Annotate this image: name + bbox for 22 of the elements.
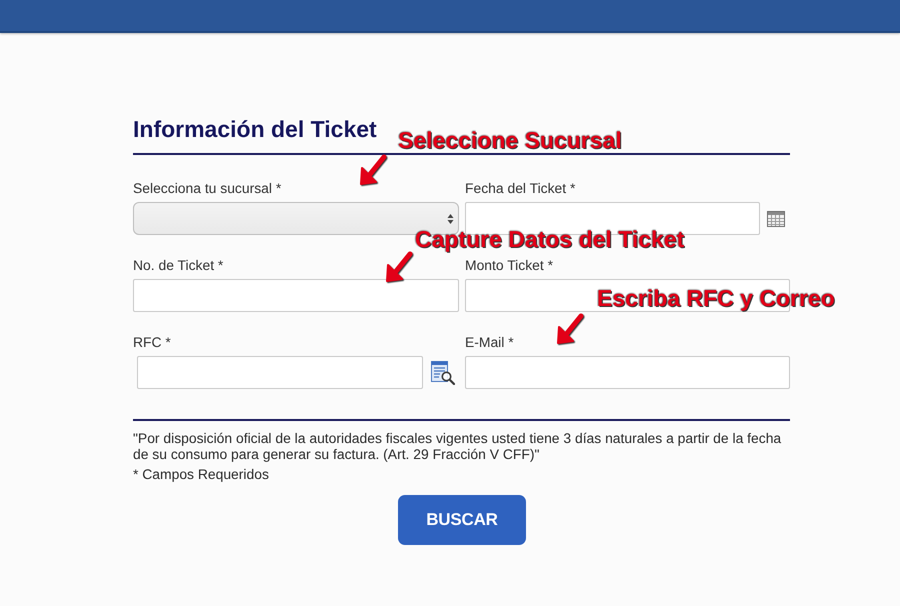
- search-button[interactable]: BUSCAR: [398, 495, 526, 545]
- document-search-icon[interactable]: [430, 360, 455, 385]
- calendar-icon[interactable]: [767, 210, 785, 226]
- arrow-icon: [383, 250, 415, 284]
- notice-text: "Por disposición oficial de la autoridades fiscales vigentes usted tiene 3 días naturales a partir de la fecha de su consumo para generar su factura. (Art. 29 Fracción V CFF)": [133, 430, 782, 462]
- input-field[interactable]: [465, 356, 790, 389]
- input-field[interactable]: [133, 279, 459, 312]
- select-arrows-icon: [447, 212, 454, 224]
- field-label: RFC *: [133, 335, 172, 350]
- arrow-icon: [357, 153, 389, 187]
- field-label: E-Mail *: [465, 335, 515, 350]
- annotation-label: Capture Datos del Ticket: [415, 227, 684, 251]
- field-label: Selecciona tu sucursal *: [133, 181, 282, 196]
- field-label: No. de Ticket *: [133, 258, 224, 273]
- input-field[interactable]: [137, 356, 423, 389]
- annotation-label: Seleccione Sucursal: [398, 128, 622, 152]
- required-note: * Campos Requeridos: [133, 466, 269, 482]
- arrow-icon: [554, 312, 586, 346]
- annotation-label: Escriba RFC y Correo: [597, 286, 835, 310]
- field-label: Monto Ticket *: [465, 258, 554, 273]
- field-label: Fecha del Ticket *: [465, 181, 576, 196]
- section-title: Información del Ticket: [133, 117, 377, 141]
